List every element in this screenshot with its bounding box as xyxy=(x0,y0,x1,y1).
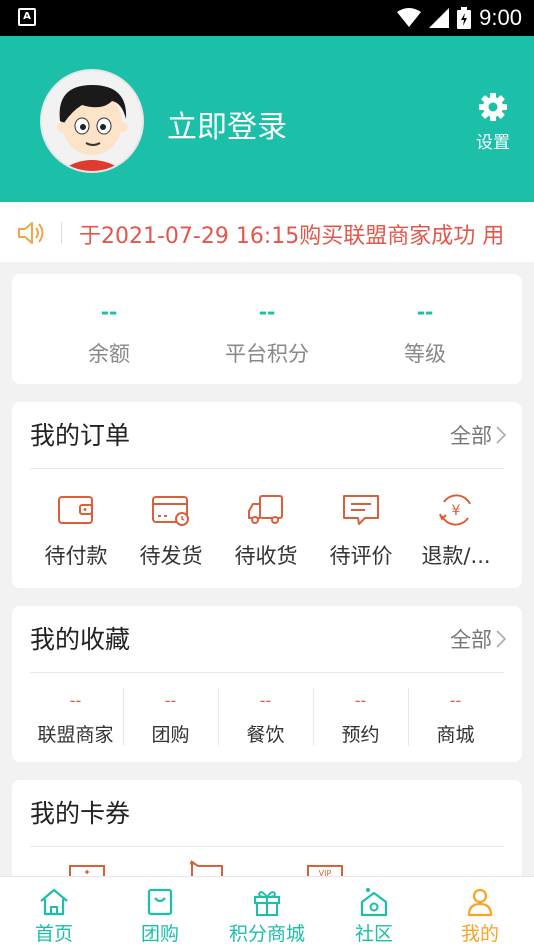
order-pending-shipment-label: 待发货 xyxy=(139,544,203,568)
tab-points-mall[interactable]: 积分商城 xyxy=(222,887,312,946)
level-stat[interactable]: -- 等级 xyxy=(345,296,505,368)
notice-marquee[interactable]: 于2021-07-29 16:15购买联盟商家成功 用 xyxy=(0,202,534,262)
order-pending-shipment[interactable]: 待发货 xyxy=(123,492,219,570)
profile-header: 立即登录 设置 xyxy=(0,36,534,202)
favorites-title: 我的收藏 xyxy=(30,625,131,654)
fav-mall-count: -- xyxy=(449,691,462,710)
marquee-text: 于2021-07-29 16:15购买联盟商家成功 用 xyxy=(79,224,505,248)
coupons-title: 我的卡券 xyxy=(30,799,131,828)
fav-group-buy[interactable]: -- 团购 xyxy=(123,690,218,747)
gift-icon xyxy=(254,891,280,916)
status-icons: 9:00 xyxy=(397,5,522,31)
points-stat[interactable]: -- 平台积分 xyxy=(187,296,347,368)
tab-mine-label: 我的 xyxy=(460,923,499,945)
svg-text:¥: ¥ xyxy=(452,503,461,519)
chevron-right-icon xyxy=(496,426,506,444)
points-value: -- xyxy=(258,300,276,324)
orders-view-all[interactable]: 全部 xyxy=(450,420,506,450)
card-clock-icon xyxy=(152,496,189,526)
tab-group-buy[interactable]: 团购 xyxy=(132,887,188,946)
order-pending-receipt[interactable]: 待收货 xyxy=(218,492,314,570)
points-label: 平台积分 xyxy=(225,342,309,366)
avatar[interactable] xyxy=(40,69,144,173)
tab-community-label: 社区 xyxy=(354,923,393,945)
fav-dining-label: 餐饮 xyxy=(246,724,285,746)
order-pending-payment[interactable]: 待付款 xyxy=(28,492,124,570)
my-orders-card: 我的订单 全部 待付款 待发货 待收货 待评价 ¥ 退款/... xyxy=(12,402,522,588)
favorites-divider xyxy=(30,672,504,673)
tab-home-label: 首页 xyxy=(34,923,73,945)
order-pending-review[interactable]: 待评价 xyxy=(313,492,409,570)
order-pending-receipt-label: 待收货 xyxy=(234,544,298,568)
truck-icon xyxy=(248,495,283,524)
home-icon xyxy=(40,888,68,916)
user-icon xyxy=(467,888,493,917)
fav-dining-count: -- xyxy=(259,691,272,710)
order-pending-payment-label: 待付款 xyxy=(44,544,108,568)
tab-group-buy-label: 团购 xyxy=(140,923,179,945)
orders-divider xyxy=(30,468,504,469)
fav-booking[interactable]: -- 预约 xyxy=(313,690,408,747)
fav-booking-label: 预约 xyxy=(341,724,380,746)
fav-booking-count: -- xyxy=(354,691,367,710)
level-value: -- xyxy=(416,300,434,324)
battery-icon xyxy=(457,7,472,29)
clock: 9:00 xyxy=(479,5,522,30)
account-stats-card: -- 余额 -- 平台积分 -- 等级 xyxy=(12,274,522,384)
fav-group-buy-label: 团购 xyxy=(151,724,190,746)
fav-alliance-merchants-count: -- xyxy=(69,691,82,710)
favorites-all-label: 全部 xyxy=(450,628,492,652)
community-icon xyxy=(360,888,388,917)
login-link[interactable]: 立即登录 xyxy=(167,102,287,146)
wifi-icon xyxy=(397,8,422,27)
notification-a-icon: A xyxy=(18,8,36,26)
settings-button[interactable]: 设置 xyxy=(470,92,516,153)
chevron-right-icon xyxy=(496,630,506,648)
comment-icon xyxy=(343,495,379,525)
balance-value: -- xyxy=(100,300,118,324)
order-refund[interactable]: ¥ 退款/... xyxy=(408,492,504,570)
balance-label: 余额 xyxy=(88,342,130,366)
bag-icon xyxy=(147,888,173,916)
fav-alliance-merchants[interactable]: -- 联盟商家 xyxy=(28,690,123,747)
profile-screen: A 9:00 立即登录 设置 于2021-07-29 16:15购买联盟商家成功… xyxy=(0,0,534,950)
status-bar: A 9:00 xyxy=(0,0,534,36)
gear-icon xyxy=(479,93,507,121)
tab-community[interactable]: 社区 xyxy=(346,887,402,946)
coupons-divider xyxy=(30,846,504,847)
fav-dining[interactable]: -- 餐饮 xyxy=(218,690,313,747)
speaker-icon xyxy=(18,222,44,244)
fav-mall[interactable]: -- 商城 xyxy=(408,690,503,747)
wallet-icon xyxy=(58,496,93,524)
signal-icon xyxy=(429,8,450,28)
bottom-nav: 首页 团购 积分商城 社区 我的 xyxy=(0,876,534,950)
marquee-divider xyxy=(61,222,62,244)
order-refund-label: 退款/... xyxy=(421,544,491,568)
my-favorites-card: 我的收藏 全部 -- 联盟商家 -- 团购 -- 餐饮 -- 预约 -- 商城 xyxy=(12,606,522,762)
settings-label: 设置 xyxy=(476,133,510,153)
tab-mine[interactable]: 我的 xyxy=(452,887,508,946)
level-label: 等级 xyxy=(404,342,446,366)
fav-alliance-merchants-label: 联盟商家 xyxy=(37,724,114,746)
cartoon-boy-avatar xyxy=(42,71,142,171)
refund-yen-icon: ¥ xyxy=(439,494,471,526)
orders-title: 我的订单 xyxy=(30,421,131,450)
fav-group-buy-count: -- xyxy=(164,691,177,710)
tab-points-mall-label: 积分商城 xyxy=(228,923,305,945)
favorites-view-all[interactable]: 全部 xyxy=(450,624,506,654)
tab-home[interactable]: 首页 xyxy=(26,887,82,946)
order-pending-review-label: 待评价 xyxy=(329,544,393,568)
orders-all-label: 全部 xyxy=(450,424,492,448)
balance-stat[interactable]: -- 余额 xyxy=(29,296,189,368)
fav-mall-label: 商城 xyxy=(436,724,475,746)
